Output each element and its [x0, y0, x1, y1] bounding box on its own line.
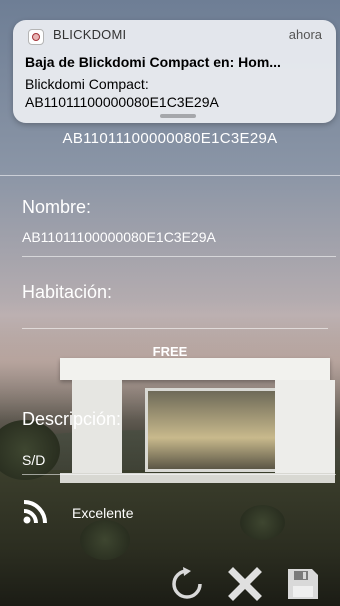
name-label: Nombre:: [22, 197, 92, 217]
notification-title: Baja de Blickdomi Compact en: Hom...: [25, 54, 281, 70]
notification-body: Blickdomi Compact: AB11011100000080E1C3E…: [25, 75, 219, 111]
name-input[interactable]: AB11011100000080E1C3E29A: [22, 229, 216, 245]
notification-app-name: BLICKDOMI: [53, 27, 127, 42]
wifi-signal-icon: [23, 500, 47, 524]
device-detail-screen: BLICKDOMI ahora Baja de Blickdomi Compac…: [0, 0, 340, 606]
description-label: Descripción:: [22, 409, 122, 429]
notification-body-line: Blickdomi Compact:: [25, 76, 149, 92]
notification-handle[interactable]: [160, 114, 196, 118]
push-notification[interactable]: BLICKDOMI ahora Baja de Blickdomi Compac…: [13, 20, 336, 123]
notification-body-line: AB11011100000080E1C3E29A: [25, 94, 219, 110]
name-underline: [22, 256, 336, 257]
notification-time: ahora: [288, 27, 322, 42]
room-select[interactable]: FREE: [0, 344, 340, 359]
device-id-header: AB11011100000080E1C3E29A: [62, 130, 278, 147]
room-underline: [22, 328, 328, 329]
app-icon: [28, 29, 44, 45]
description-input[interactable]: S/D: [22, 452, 45, 468]
background-shrub: [80, 520, 130, 560]
signal-quality: Excelente: [72, 505, 134, 521]
description-underline: [22, 474, 336, 475]
refresh-icon[interactable]: [169, 566, 205, 602]
divider: [0, 175, 340, 176]
background-shrub: [240, 505, 285, 540]
close-icon[interactable]: [227, 566, 263, 602]
save-icon[interactable]: [285, 566, 321, 602]
room-label: Habitación:: [22, 282, 113, 302]
